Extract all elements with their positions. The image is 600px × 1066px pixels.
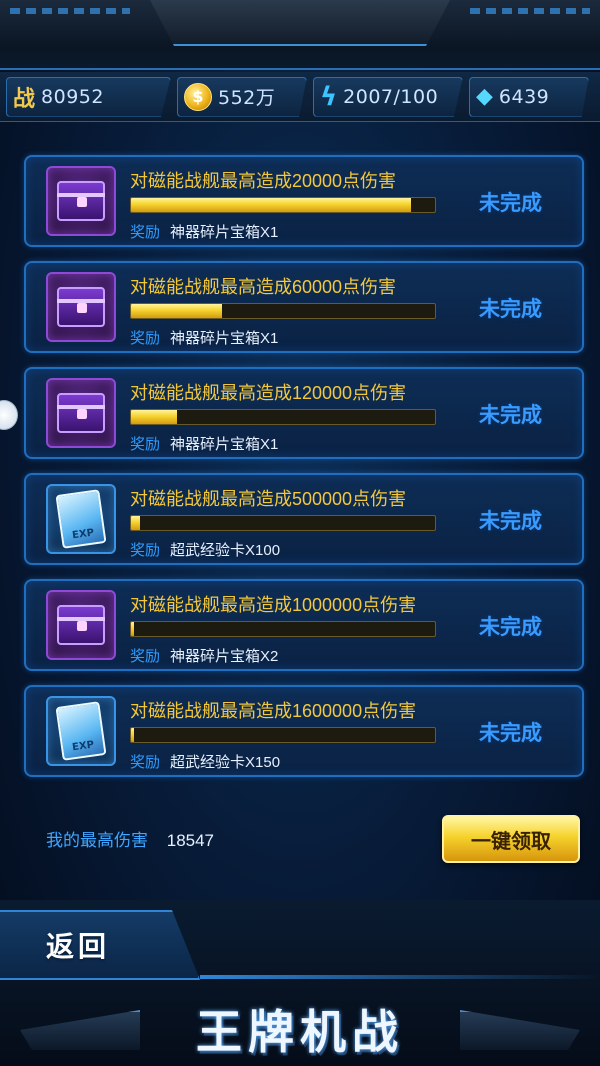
diamond-icon: ◆ [476,84,493,109]
progress-bar [130,409,436,425]
power-display: 战 80952 [6,76,171,117]
reward-value: 神器碎片宝箱X1 [170,224,279,241]
gold-display[interactable]: $ 552万 [177,76,307,117]
reward-value: 神器碎片宝箱X1 [170,436,279,453]
gem-display[interactable]: ◆ 6439 [469,76,589,117]
reward-line: 奖励 超武经验卡X100 [130,539,280,560]
reward-line: 奖励 超武经验卡X150 [130,751,280,772]
reward-label: 奖励 [130,648,161,665]
reward-value: 超武经验卡X100 [170,542,281,559]
task-item: 对磁能战舰最高造成120000点伤害 奖励 神器碎片宝箱X1 未完成 [24,367,584,459]
power-icon: 战 [13,86,36,112]
reward-label: 奖励 [130,224,161,241]
progress-fill [131,304,223,318]
task-title: 对磁能战舰最高造成20000点伤害 [130,171,397,191]
status-incomplete: 未完成 [479,192,542,215]
purple-chest-icon[interactable] [46,590,116,660]
progress-fill [131,516,141,530]
top-frame [0,0,600,70]
progress-bar [130,197,436,213]
purple-chest-icon[interactable] [46,272,116,342]
energy-value: 2007/100 [343,85,439,108]
task-item: EXP 对磁能战舰最高造成500000点伤害 奖励 超武经验卡X100 未完成 [24,473,584,565]
gold-coin-icon: $ [184,82,212,111]
progress-bar [130,515,436,531]
energy-display[interactable]: ϟ 2007/100 [313,76,463,117]
progress-fill [131,728,135,742]
progress-fill [131,410,177,424]
reward-label: 奖励 [130,542,161,559]
frame-plate [150,0,450,46]
floating-assist-icon[interactable] [0,400,18,430]
purple-chest-icon[interactable] [46,166,116,236]
reward-line: 奖励 神器碎片宝箱X2 [130,645,278,666]
progress-fill [131,622,135,636]
task-item: 对磁能战舰最高造成20000点伤害 奖励 神器碎片宝箱X1 未完成 [24,155,584,247]
task-title: 对磁能战舰最高造成500000点伤害 [130,489,407,509]
frame-stripe-left [10,8,130,14]
reward-line: 奖励 神器碎片宝箱X1 [130,221,278,242]
decor-line [200,975,600,979]
reward-line: 奖励 神器碎片宝箱X1 [130,327,278,348]
progress-bar [130,727,436,743]
reward-label: 奖励 [130,436,161,453]
gold-value: 552万 [218,87,276,109]
frame-stripe-right [470,8,590,14]
lightning-icon: ϟ [320,81,338,112]
status-incomplete: 未完成 [479,722,542,745]
claim-all-button[interactable]: 一键领取 [442,815,580,863]
reward-value: 超武经验卡X150 [170,754,281,771]
back-button[interactable]: 返回 [46,925,110,965]
reward-label: 奖励 [130,330,161,347]
status-incomplete: 未完成 [479,616,542,639]
progress-bar [130,621,436,637]
exp-card-icon[interactable]: EXP [46,696,116,766]
task-item: 对磁能战舰最高造成1000000点伤害 奖励 神器碎片宝箱X2 未完成 [24,579,584,671]
task-item: EXP 对磁能战舰最高造成1600000点伤害 奖励 超武经验卡X150 未完成 [24,685,584,777]
resource-bar: 战 80952 $ 552万 ϟ 2007/100 ◆ 6439 [0,72,600,122]
task-title: 对磁能战舰最高造成120000点伤害 [130,383,407,403]
progress-bar [130,303,436,319]
max-damage-row: 我的最高伤害 18547 [46,826,214,851]
reward-value: 神器碎片宝箱X2 [170,648,279,665]
task-title: 对磁能战舰最高造成60000点伤害 [130,277,397,297]
task-title: 对磁能战舰最高造成1600000点伤害 [130,701,417,721]
status-incomplete: 未完成 [479,510,542,533]
purple-chest-icon[interactable] [46,378,116,448]
task-list: 对磁能战舰最高造成20000点伤害 奖励 神器碎片宝箱X1 未完成 对磁能战舰最高… [24,155,584,791]
task-item: 对磁能战舰最高造成60000点伤害 奖励 神器碎片宝箱X1 未完成 [24,261,584,353]
status-incomplete: 未完成 [479,298,542,321]
task-title: 对磁能战舰最高造成1000000点伤害 [130,595,417,615]
max-damage-value: 18547 [166,831,215,850]
reward-line: 奖励 神器碎片宝箱X1 [130,433,278,454]
status-incomplete: 未完成 [479,404,542,427]
exp-card-icon[interactable]: EXP [46,484,116,554]
game-logo: 王牌机战 [196,1006,404,1058]
gem-value: 6439 [498,85,550,108]
reward-label: 奖励 [130,754,161,771]
max-damage-label: 我的最高伤害 [46,831,148,850]
progress-fill [131,198,411,212]
reward-value: 神器碎片宝箱X1 [170,330,279,347]
power-value: 80952 [41,85,104,108]
